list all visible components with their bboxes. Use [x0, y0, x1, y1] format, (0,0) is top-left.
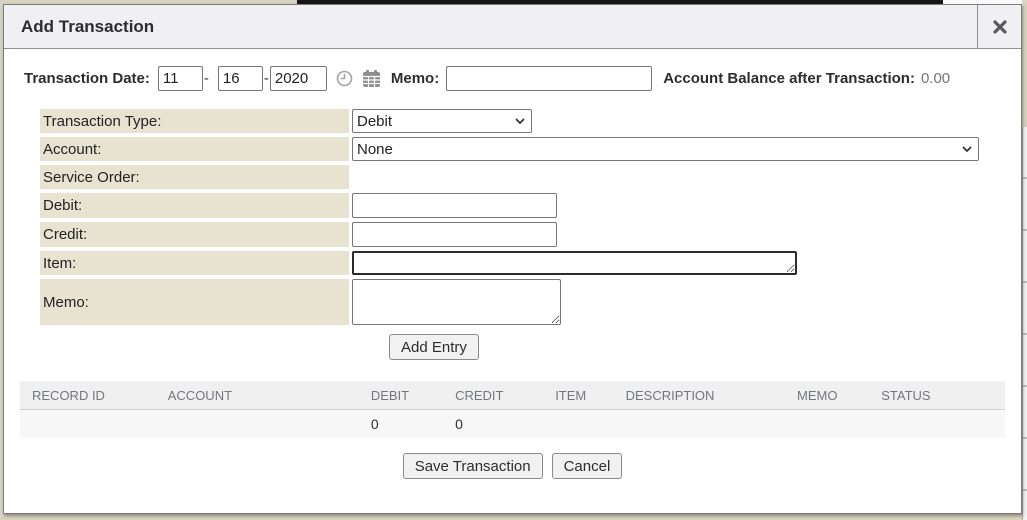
memo-header-label: Memo:: [391, 70, 439, 87]
table-row: 0 0: [20, 409, 1005, 438]
date-separator: -: [264, 70, 269, 87]
account-select[interactable]: None: [352, 137, 979, 161]
transaction-type-value: Debit: [357, 113, 514, 130]
dialog-titlebar: Add Transaction: [4, 5, 1021, 49]
calendar-icon[interactable]: [362, 70, 381, 87]
column-header-status: STATUS: [869, 388, 1005, 403]
memo-label: Memo:: [40, 279, 349, 325]
date-month-input[interactable]: [158, 66, 203, 91]
service-order-row: Service Order:: [40, 165, 1021, 189]
entries-table: RECORD ID ACCOUNT DEBIT CREDIT ITEM DESC…: [20, 381, 1005, 438]
entry-form: Transaction Type: Debit Account: None: [40, 109, 1021, 360]
credit-row: Credit:: [40, 222, 1021, 247]
credit-input[interactable]: [352, 222, 557, 247]
save-transaction-button[interactable]: Save Transaction: [403, 453, 543, 479]
memo-row: Memo:: [40, 279, 1021, 325]
account-row: Account: None: [40, 137, 1021, 161]
item-row: Item:: [40, 251, 1021, 275]
close-button[interactable]: [977, 5, 1021, 48]
cell-debit: 0: [359, 416, 443, 432]
transaction-type-select[interactable]: Debit: [352, 109, 532, 133]
entries-table-header: RECORD ID ACCOUNT DEBIT CREDIT ITEM DESC…: [20, 381, 1005, 409]
account-balance-label: Account Balance after Transaction:: [663, 70, 915, 87]
chevron-down-icon: [961, 143, 973, 155]
chevron-down-icon: [514, 115, 526, 127]
column-header-record-id: RECORD ID: [20, 388, 156, 403]
add-entry-button[interactable]: Add Entry: [389, 334, 479, 360]
memo-textarea[interactable]: [352, 279, 561, 325]
account-balance-value: 0.00: [921, 70, 950, 87]
debit-row: Debit:: [40, 193, 1021, 218]
service-order-label: Service Order:: [40, 165, 349, 189]
transaction-type-row: Transaction Type: Debit: [40, 109, 1021, 133]
column-header-debit: DEBIT: [359, 388, 443, 403]
transaction-header-row: Transaction Date: - - Memo: Account Bala…: [24, 64, 1005, 92]
date-day-input[interactable]: [218, 66, 263, 91]
item-label: Item:: [40, 251, 349, 275]
transaction-date-label: Transaction Date:: [24, 70, 150, 87]
debit-input[interactable]: [352, 193, 557, 218]
background-table-strip: [1022, 127, 1027, 520]
add-transaction-dialog: Add Transaction Transaction Date: - -: [3, 4, 1022, 514]
item-input[interactable]: [352, 251, 797, 275]
column-header-item: ITEM: [543, 388, 613, 403]
account-label: Account:: [40, 137, 349, 161]
dialog-footer: Save Transaction Cancel: [4, 453, 1021, 479]
cell-credit: 0: [443, 416, 543, 432]
close-icon: [993, 20, 1007, 34]
clock-icon[interactable]: [336, 70, 353, 87]
transaction-type-label: Transaction Type:: [40, 109, 349, 133]
column-header-description: DESCRIPTION: [614, 388, 785, 403]
dialog-title: Add Transaction: [4, 5, 977, 48]
column-header-credit: CREDIT: [443, 388, 543, 403]
date-separator: -: [204, 70, 209, 87]
cancel-button[interactable]: Cancel: [552, 453, 623, 479]
account-value: None: [357, 141, 961, 158]
column-header-memo: MEMO: [785, 388, 869, 403]
column-header-account: ACCOUNT: [156, 388, 359, 403]
memo-header-input[interactable]: [446, 66, 652, 91]
date-year-input[interactable]: [270, 66, 327, 91]
debit-label: Debit:: [40, 193, 349, 218]
credit-label: Credit:: [40, 222, 349, 247]
